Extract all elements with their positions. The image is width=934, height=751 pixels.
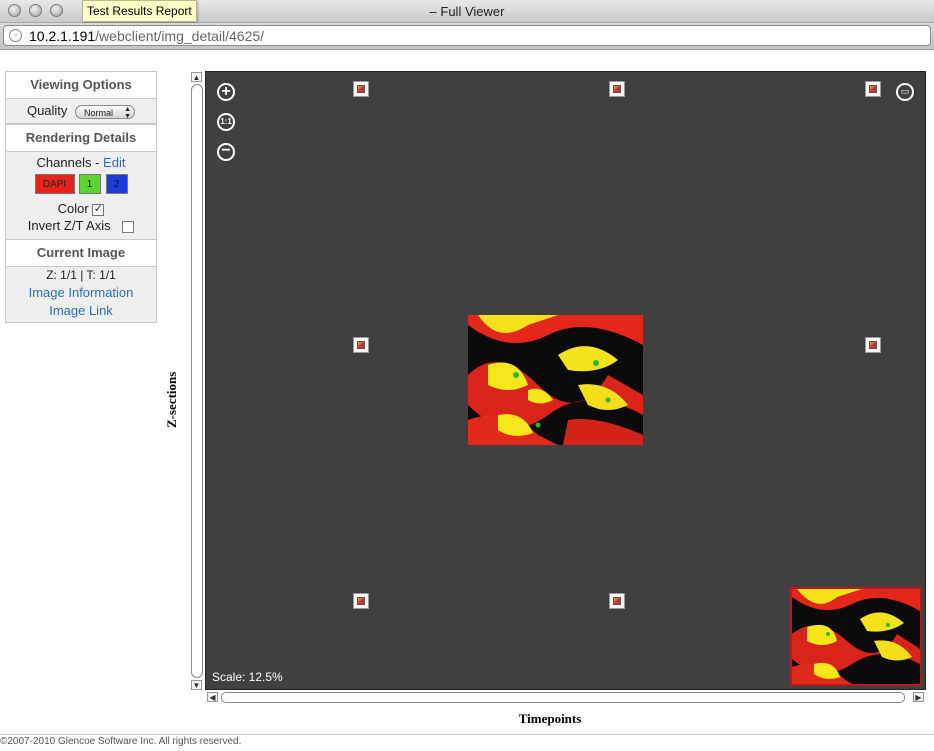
resize-handle-bottom-icon[interactable] [609,593,625,609]
t-scrollbar[interactable]: ◀ ▶ [205,690,926,704]
image-viewport[interactable]: + 1:1 − ▭ Scale: 12.5% [205,71,926,690]
resize-handle-top-icon[interactable] [609,81,625,97]
z-sections-label: Z-sections [164,371,179,428]
quality-row: Quality Normal ▲ ▼ [6,99,156,124]
t-scroll-track[interactable] [221,692,905,703]
channel-toggle-2[interactable]: 2 [105,174,128,194]
color-label: Color [57,201,89,216]
channel-buttons: DAPI 1 2 [6,172,156,200]
z-scroll-up-arrow-icon[interactable]: ▲ [191,72,202,82]
scale-indicator: Scale: 12.5% [212,670,283,684]
invert-label: Invert Z/T Axis [27,218,111,233]
channel-toggle-1[interactable]: 1 [78,174,101,194]
image-information-link[interactable]: Image Information [29,285,134,300]
image-link[interactable]: Image Link [49,303,113,318]
resize-handle-bottom-left-icon[interactable] [353,593,369,609]
timepoints-label: Timepoints [518,711,582,726]
channels-row: Channels - Edit [6,152,156,172]
thumbnail-image [792,589,920,684]
zoom-reset-icon[interactable]: 1:1 [217,113,235,131]
resize-handle-left-icon[interactable] [353,337,369,353]
select-arrows-icon: ▲ ▼ [124,105,132,120]
quality-select[interactable]: Normal ▲ ▼ [75,104,136,120]
invert-row: Invert Z/T Axis [6,217,156,239]
z-scroll-down-arrow-icon[interactable]: ▼ [191,680,202,690]
zoom-in-icon[interactable]: + [217,83,235,101]
rendering-details-header: Rendering Details [6,124,156,152]
channels-edit-link[interactable]: Edit [103,155,125,170]
resize-handle-top-left-icon[interactable] [353,81,369,97]
address-bar[interactable]: ◦ 10.2.1.191/webclient/img_detail/4625/ [3,25,931,46]
url-text: 10.2.1.191/webclient/img_detail/4625/ [29,28,265,44]
color-row: Color ✓ [6,200,156,217]
options-panel: Viewing Options Quality Normal ▲ ▼ Renderi… [5,71,157,323]
z-scroll-track[interactable] [191,84,203,678]
color-checkbox[interactable]: ✓ [92,203,105,216]
resize-handle-top-right-icon[interactable] [865,81,881,97]
t-scroll-left-arrow-icon[interactable]: ◀ [207,692,218,702]
tooltip: Test Results Report [82,0,197,22]
channels-label: Channels - [36,155,100,170]
zoom-out-icon[interactable]: − [217,143,235,161]
overview-thumbnail[interactable] [790,587,922,686]
z-scrollbar[interactable]: ▲ ▼ [191,72,203,690]
footer: ©2007-2010 Glencoe Software Inc. All rig… [0,734,934,751]
current-image-header: Current Image [6,239,156,267]
invert-axis-checkbox[interactable] [122,220,135,233]
globe-icon: ◦ [9,29,22,42]
resize-handle-right-icon[interactable] [865,337,881,353]
microscopy-image[interactable] [468,315,643,445]
quality-label: Quality [26,103,68,118]
overview-toggle-icon[interactable]: ▭ [896,83,914,101]
image-link-row: Image Link [6,302,156,322]
channel-toggle-dapi[interactable]: DAPI [34,174,75,194]
image-information-link-row: Image Information [6,284,156,302]
viewing-options-header: Viewing Options [6,72,156,99]
t-scroll-right-arrow-icon[interactable]: ▶ [913,692,924,702]
zt-status: Z: 1/1 | T: 1/1 [46,268,116,282]
address-bar-area: ◦ 10.2.1.191/webclient/img_detail/4625/ [0,23,934,50]
